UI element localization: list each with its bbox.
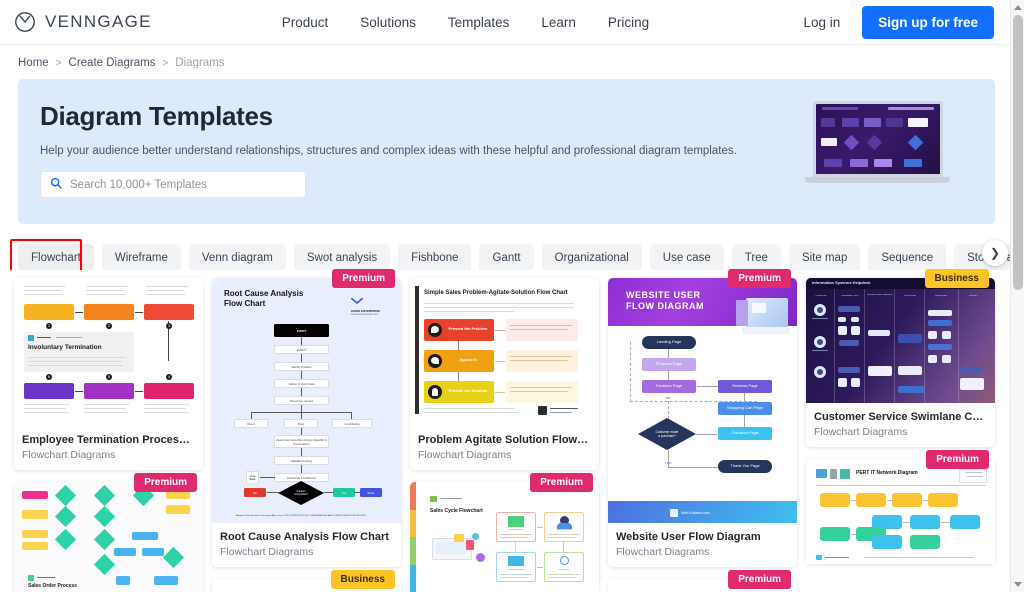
signup-button[interactable]: Sign up for free [862,5,994,39]
premium-badge: Premium [728,570,791,589]
template-card-sales-cycle-flowchart[interactable]: Premium Sales Cycle Flowchart Preparatio… [410,473,599,592]
template-thumbnail[interactable]: Sales Cycle Flowchart Preparation Qualif… [410,482,599,592]
template-thumbnail[interactable]: 1 2 3 Involuntary Termination 6 5 4 [14,278,203,426]
site-header: VENNGAGE Product Solutions Templates Lea… [0,0,1010,45]
premium-badge: Premium [134,473,197,492]
template-category: Flowchart Diagrams [220,546,314,558]
customer-service-swimlane-art: Information Systems Helpdesk ≡ Customer … [806,278,995,403]
template-thumbnail[interactable]: Simple Sales Problem-Agitate-Solution Fl… [410,278,599,426]
premium-badge: Premium [728,269,791,288]
tab-site-map[interactable]: Site map [788,244,861,270]
tab-swot-analysis[interactable]: Swot analysis [293,244,391,270]
header-actions: Log in Sign up for free [803,5,994,39]
search-box[interactable] [40,171,306,198]
template-category: Flowchart Diagrams [418,449,512,461]
breadcrumb-separator: > [55,57,62,69]
template-grid: 1 2 3 Involuntary Termination 6 5 4 Empl… [0,269,1010,592]
business-badge: Business [924,269,989,288]
sales-cycle-flowchart-art: Sales Cycle Flowchart Preparation Qualif… [410,482,599,592]
logo[interactable]: VENNGAGE [14,11,152,33]
tab-tree[interactable]: Tree [731,244,781,270]
tab-use-case[interactable]: Use case [649,244,724,270]
login-link[interactable]: Log in [803,15,840,30]
template-card-pert-it-network[interactable]: Premium PERT IT Network Diagram [806,450,995,564]
template-column-5: Business Information Systems Helpdesk ≡ … [806,269,995,564]
wuf-thumb-title: WEBSITE USER FLOW DIAGRAM [626,290,704,311]
scrollbar-thumb[interactable] [1013,15,1023,290]
template-card-problem-agitate-solution[interactable]: Simple Sales Problem-Agitate-Solution Fl… [410,278,599,470]
problem-agitate-solution-art: Simple Sales Problem-Agitate-Solution Fl… [410,278,599,426]
template-title: Root Cause Analysis Flow Chart [220,531,389,543]
template-thumbnail[interactable]: Information Systems Helpdesk ≡ Customer … [806,278,995,403]
business-badge: Business [330,570,395,589]
breadcrumb: Home > Create Diagrams > Diagrams [0,45,1010,79]
template-category: Flowchart Diagrams [22,449,116,461]
tab-gantt[interactable]: Gantt [479,244,534,270]
employee-termination-flowchart-art: 1 2 3 Involuntary Termination 6 5 4 [14,278,203,426]
template-column-2: Premium Root Cause Analysis Flow Chart HA… [212,269,401,592]
website-user-flow-art: WEBSITE USER FLOW DIAGRAM Landing Page Pr… [608,278,797,523]
main-nav: Product Solutions Templates Learn Pricin… [282,15,649,30]
premium-badge: Premium [332,269,395,288]
template-column-1: 1 2 3 Involuntary Termination 6 5 4 Empl… [14,278,203,592]
tab-fishbone[interactable]: Fishbone [398,244,472,270]
nav-item-solutions[interactable]: Solutions [360,15,416,30]
hero-banner: Diagram Templates Help your audience bet… [18,79,995,224]
laptop-with-diagram-illustration [805,101,950,191]
template-card-website-user-flow[interactable]: Premium WEBSITE USER FLOW DIAGRAM Landing… [608,269,797,567]
template-category: Flowchart Diagrams [814,426,908,438]
template-title: Website User Flow Diagram [616,531,761,543]
template-thumbnail[interactable]: PERT IT Network Diagram [806,459,995,564]
breadcrumb-item-home[interactable]: Home [18,57,49,69]
premium-badge: Premium [530,473,593,492]
template-card-root-cause-analysis[interactable]: Premium Root Cause Analysis Flow Chart HA… [212,269,401,567]
search-input[interactable] [70,178,296,191]
template-category: Flowchart Diagrams [616,546,710,558]
template-card-employee-termination[interactable]: 1 2 3 Involuntary Termination 6 5 4 Empl… [14,278,203,470]
root-cause-analysis-flowchart-art: Root Cause Analysis Flow Chart HAWK ENTER… [212,278,401,523]
template-card-sales-order-process[interactable]: Premium Sales Order Process [14,473,203,592]
logo-text: VENNGAGE [45,12,152,31]
tab-flowchart[interactable]: Flowchart [18,244,94,270]
template-card-column4-premium[interactable]: Premium [608,570,797,592]
template-title: Employee Termination Process Flow… [22,434,203,446]
scroll-down-arrow-icon[interactable] [1014,582,1022,587]
sales-order-flowchart-art: Sales Order Process [14,482,203,592]
tab-wireframe[interactable]: Wireframe [101,244,181,270]
tab-venn-diagram[interactable]: Venn diagram [188,244,286,270]
template-title: Problem Agitate Solution Flow Chart… [418,434,599,446]
tab-organizational[interactable]: Organizational [541,244,642,270]
template-column-4: Premium WEBSITE USER FLOW DIAGRAM Landing… [608,269,797,592]
pert-it-network-diagram-art: PERT IT Network Diagram [806,459,995,564]
template-thumbnail[interactable]: WEBSITE USER FLOW DIAGRAM Landing Page Pr… [608,278,797,523]
page-scrollbar[interactable] [1010,0,1024,592]
breadcrumb-separator: > [162,57,169,69]
wuf-footer-text: Web Builders.com [681,511,711,515]
swimlane-thumb-title: Information Systems Helpdesk [812,280,871,285]
template-card-customer-service-swimlane[interactable]: Business Information Systems Helpdesk ≡ … [806,269,995,447]
nav-item-learn[interactable]: Learn [541,15,576,30]
template-title: Customer Service Swimlane Chart T… [814,411,995,423]
tab-sequence[interactable]: Sequence [868,244,947,270]
template-card-column2-business[interactable]: Business [212,570,401,592]
pert-thumb-title: PERT IT Network Diagram [856,470,918,476]
premium-badge: Premium [926,450,989,469]
template-column-3: Simple Sales Problem-Agitate-Solution Fl… [410,278,599,592]
chevron-right-icon[interactable]: ❯ [982,240,1008,266]
scroll-up-arrow-icon[interactable] [1014,5,1022,10]
nav-item-templates[interactable]: Templates [448,15,510,30]
nav-item-pricing[interactable]: Pricing [608,15,649,30]
venn-clock-logo-icon [14,11,36,33]
nav-item-product[interactable]: Product [282,15,329,30]
breadcrumb-item-create-diagrams[interactable]: Create Diagrams [69,57,156,69]
template-thumbnail[interactable]: Sales Order Process [14,482,203,592]
search-icon [50,176,62,194]
breadcrumb-item-diagrams: Diagrams [175,57,225,69]
template-thumbnail[interactable]: Root Cause Analysis Flow Chart HAWK ENTER… [212,278,401,523]
category-tabs: Flowchart Wireframe Venn diagram Swot an… [0,224,1024,270]
